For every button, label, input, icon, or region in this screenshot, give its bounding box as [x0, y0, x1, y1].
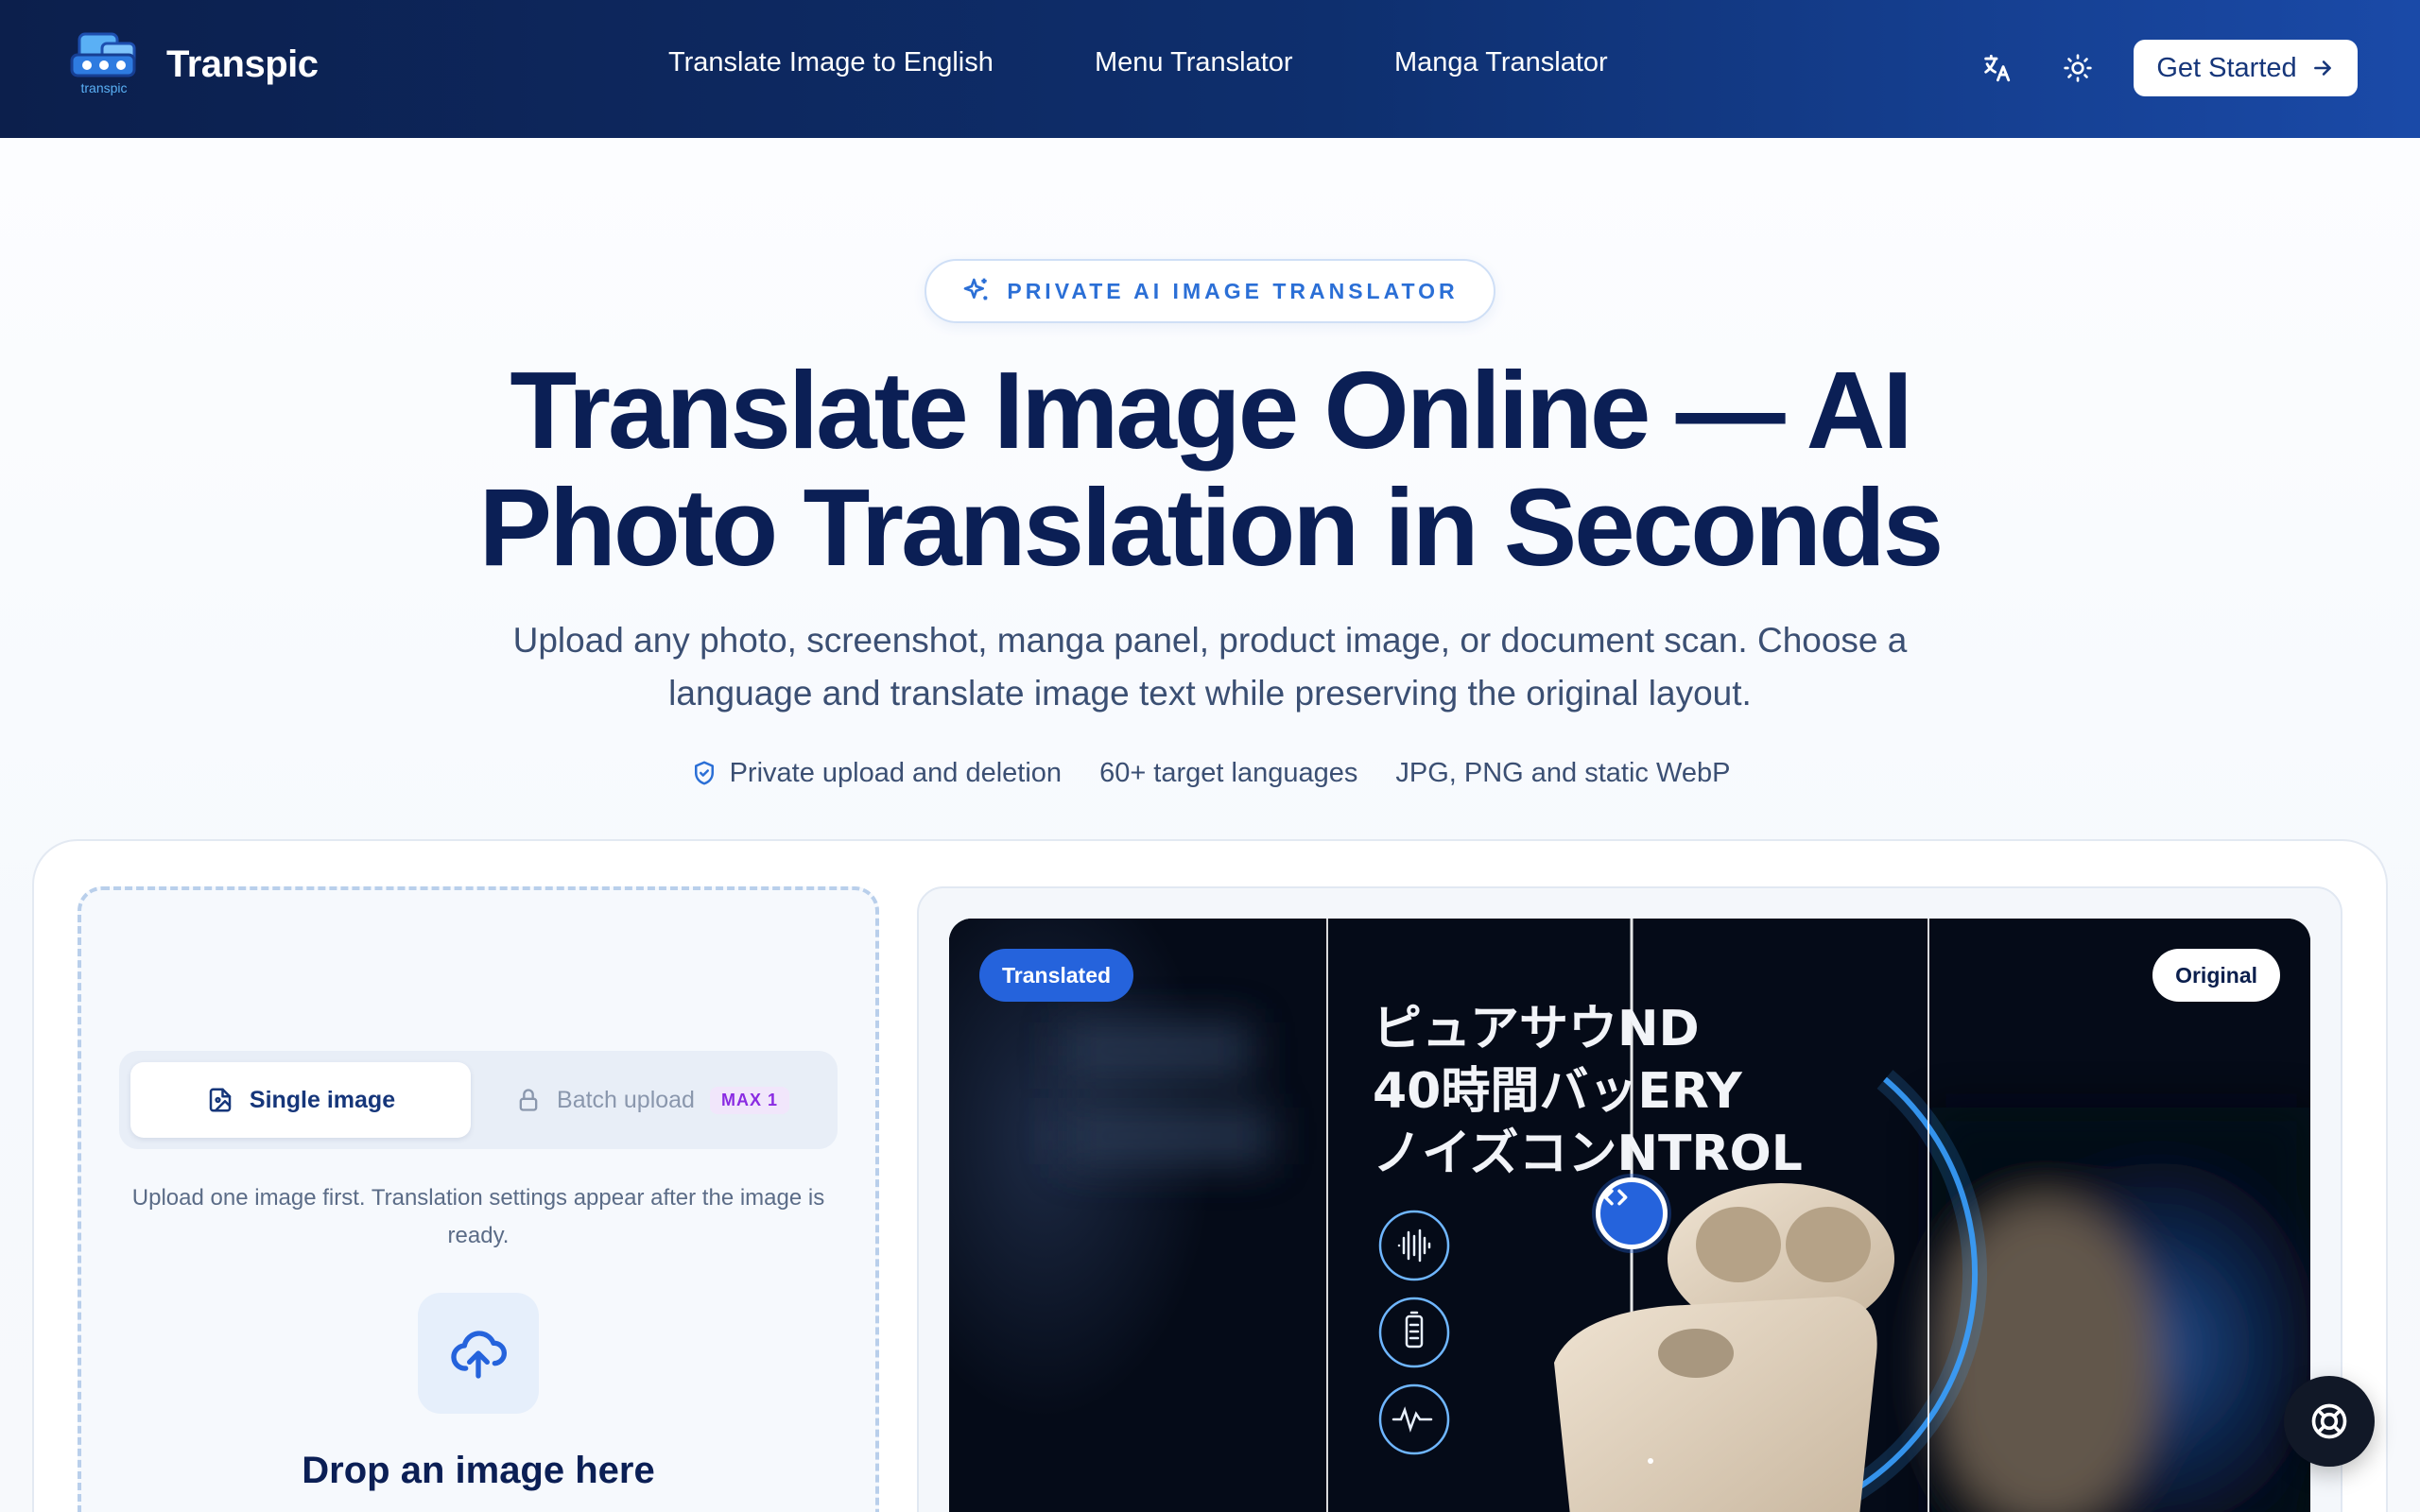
drop-title: Drop an image here	[302, 1450, 655, 1491]
shield-check-icon	[694, 761, 714, 785]
code-arrows-icon	[1603, 1189, 1628, 1206]
top-navbar: transpic Transpic Translate Image to Eng…	[0, 0, 2420, 138]
feature-text: 60+ target languages	[1099, 757, 1358, 788]
upload-hint: Upload one image first. Translation sett…	[131, 1185, 825, 1248]
hero-badge-text: PRIVATE AI IMAGE TRANSLATOR	[1007, 278, 1459, 303]
batch-upload-label: Batch upload	[557, 1086, 695, 1113]
feature-item: JPG, PNG and static WebP	[1395, 758, 1730, 789]
nav-link-manga-translator[interactable]: Manga Translator	[1394, 47, 1608, 78]
feature-text: Private upload and deletion	[729, 757, 1063, 788]
feature-item: 60+ target languages	[1099, 758, 1357, 789]
text-line: 40時間バッERY	[1373, 1063, 1742, 1120]
upload-button[interactable]	[418, 1293, 539, 1414]
help-button[interactable]	[2284, 1376, 2375, 1467]
lifebuoy-icon	[2311, 1403, 2347, 1439]
get-started-label: Get Started	[2156, 52, 2297, 83]
preview-translated-text: ピュアサウND 40時間バッERY ノイズコンNTROL	[1373, 998, 1864, 1185]
image-file-icon	[209, 1088, 232, 1112]
hero-subtitle: Upload any photo, screenshot, manga pane…	[512, 621, 1908, 713]
max-badge: MAX 1	[709, 1086, 789, 1114]
sun-icon[interactable]	[2059, 49, 2097, 87]
lock-icon	[519, 1089, 538, 1111]
feature-list: Private upload and deletion 60+ target l…	[0, 752, 2420, 794]
single-image-tab[interactable]: Single image	[130, 1062, 471, 1138]
sparkle-icon	[964, 278, 988, 301]
text-line: ノイズコンNTROL	[1373, 1125, 1803, 1182]
main-nav: Translate Image to English Menu Translat…	[0, 47, 2420, 87]
batch-upload-tab[interactable]: Batch upload MAX 1	[482, 1062, 822, 1138]
nav-link-menu-translator[interactable]: Menu Translator	[1095, 47, 1293, 78]
translate-icon[interactable]	[1978, 49, 2015, 87]
hero-badge: PRIVATE AI IMAGE TRANSLATOR	[925, 259, 1495, 323]
original-label: Original	[2152, 949, 2280, 1002]
get-started-button[interactable]: Get Started	[2134, 40, 2358, 96]
cloud-upload-icon	[451, 1331, 507, 1379]
upload-mode-toggle: Single image Batch upload MAX 1	[119, 1051, 838, 1149]
text-line: ピュアサウND	[1373, 1001, 1700, 1057]
feature-item: Private upload and deletion	[690, 758, 1062, 789]
single-image-label: Single image	[249, 1086, 396, 1113]
translated-label: Translated	[979, 949, 1134, 1002]
comparison-slider-handle[interactable]	[1596, 1177, 1668, 1249]
arrow-right-icon	[2313, 60, 2331, 76]
page-title: Translate Image Online — AI Photo Transl…	[478, 349, 1945, 589]
comparison-preview[interactable]: ピュアサウND 40時間バッERY ノイズコンNTROL Translated …	[949, 919, 2310, 1512]
nav-link-translate-image-to-english[interactable]: Translate Image to English	[668, 47, 994, 78]
feature-text: JPG, PNG and static WebP	[1395, 757, 1731, 788]
